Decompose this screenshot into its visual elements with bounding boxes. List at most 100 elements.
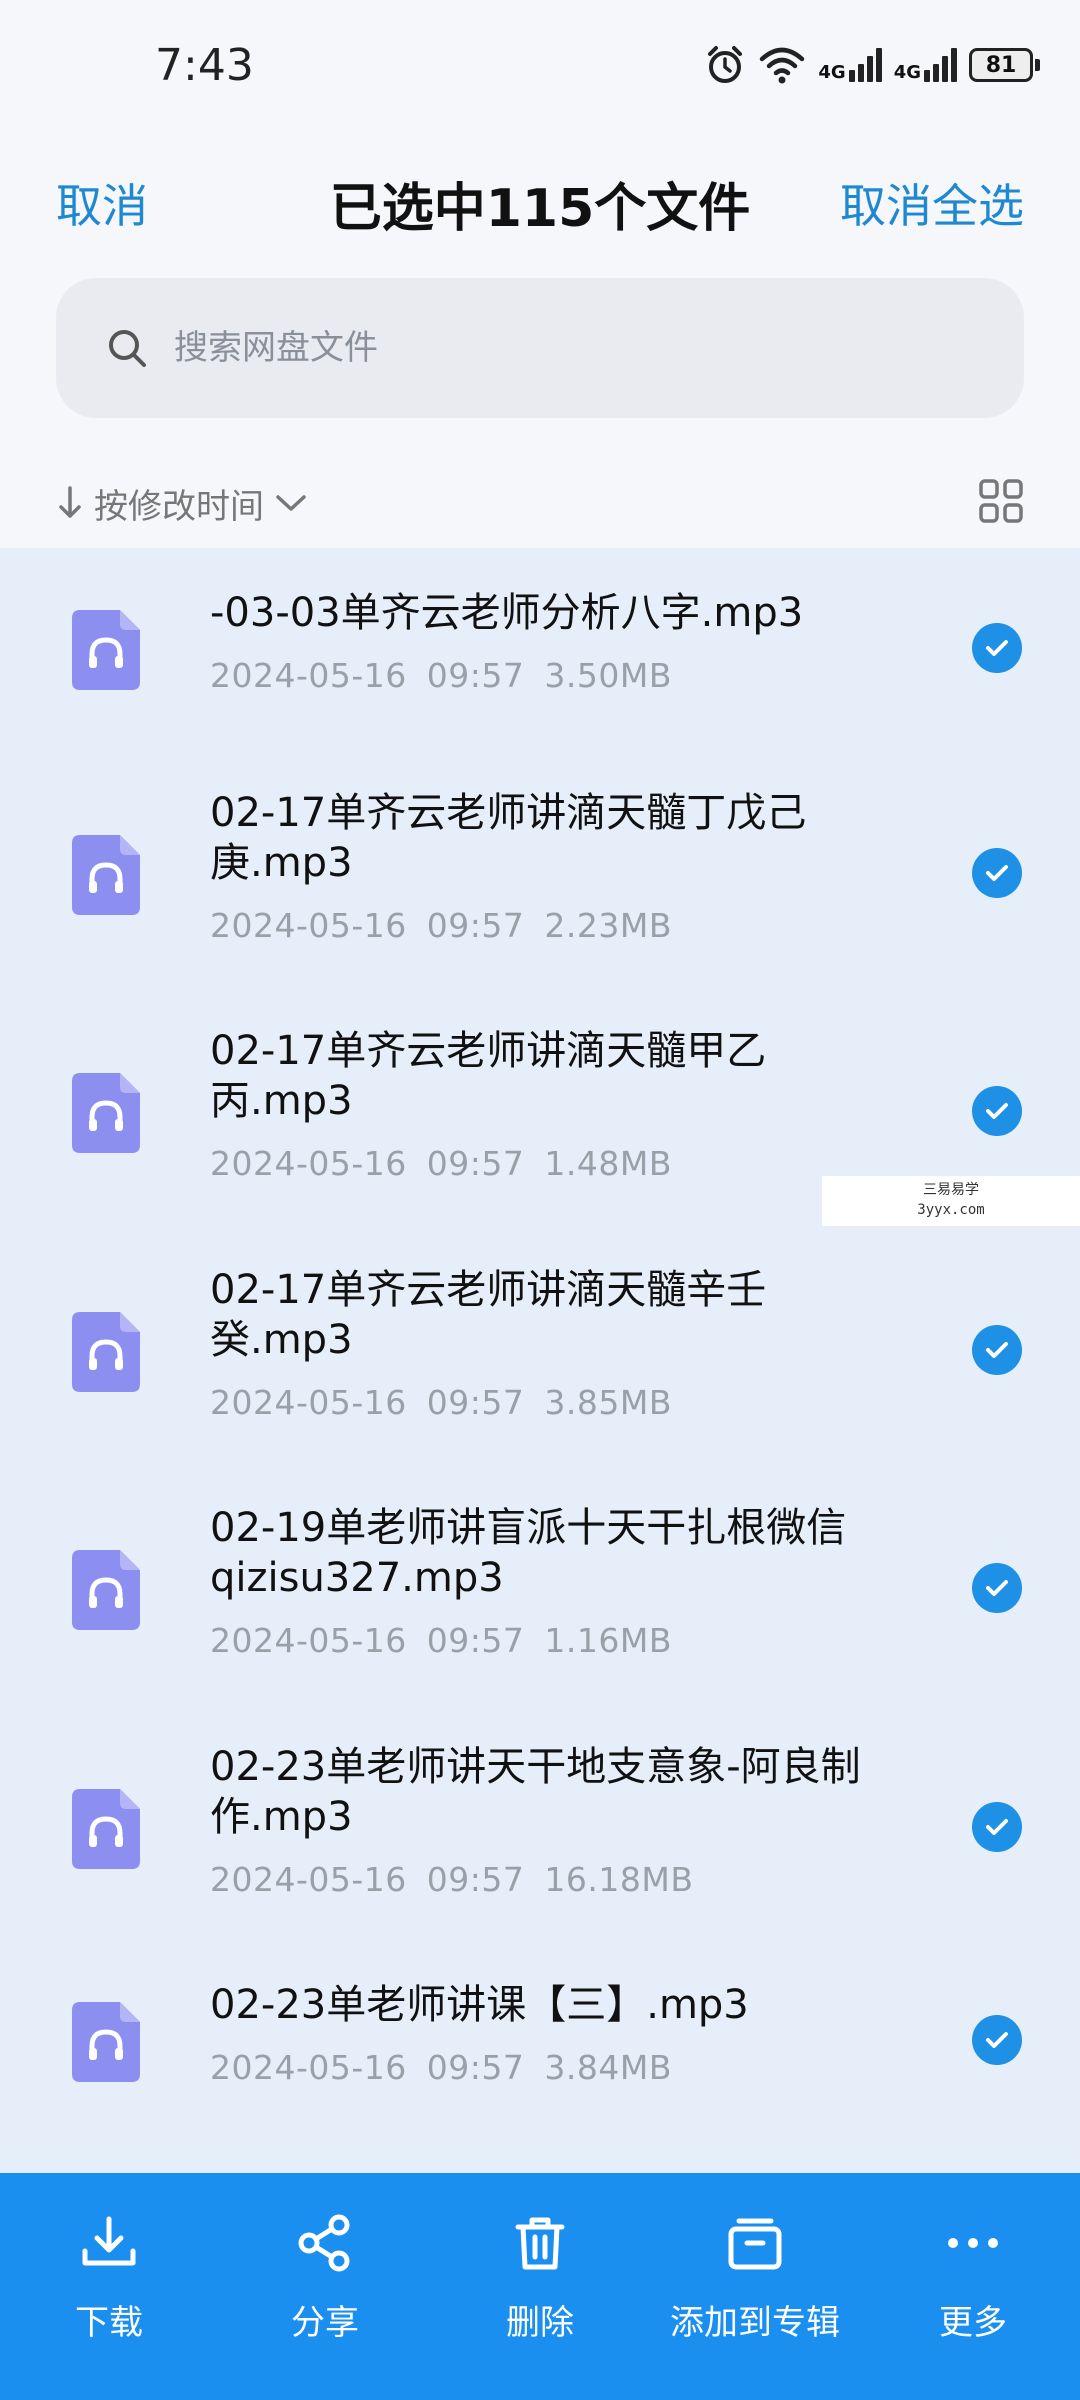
signal-bars-icon	[924, 48, 957, 82]
file-time: 09:57	[426, 1144, 525, 1183]
file-name: -03-03单齐云老师分析八字.mp3	[210, 588, 870, 638]
add-to-album-button[interactable]: 添加到专辑	[660, 2213, 850, 2344]
audio-file-icon	[72, 610, 140, 690]
file-date: 2024-05-16	[210, 1621, 407, 1660]
more-icon	[948, 2238, 998, 2248]
deselect-all-button[interactable]: 取消全选	[840, 170, 1024, 236]
delete-button[interactable]: 删除	[475, 2213, 605, 2344]
selected-checkbox[interactable]	[972, 1086, 1022, 1136]
selected-checkbox[interactable]	[972, 623, 1022, 673]
file-name-line-2: 庚.mp3	[210, 840, 353, 886]
bottom-action-bar: 下载 分享 删除 添加到专辑 更多	[0, 2173, 1080, 2400]
share-label: 分享	[291, 2303, 359, 2343]
file-date: 2024-05-16	[210, 906, 407, 945]
album-icon	[728, 2218, 782, 2270]
file-info: 02-17单齐云老师讲滴天髓辛壬 癸.mp3 2024-05-16 09:57 3.85…	[210, 1265, 870, 1422]
file-size: 3.85MB	[544, 1383, 672, 1422]
file-list: -03-03单齐云老师分析八字.mp3 2024-05-16 09:57 3.50MB…	[0, 548, 1080, 2173]
file-date: 2024-05-16	[210, 2048, 407, 2087]
checkmark-icon	[986, 1819, 1008, 1835]
file-size: 3.50MB	[544, 656, 672, 695]
file-name: 02-19单老师讲盲派十天干扎根微信 qizisu327.mp3	[210, 1503, 870, 1603]
search-input[interactable]	[172, 327, 976, 369]
file-name-line-1: 02-17单齐云老师讲滴天髓辛壬	[210, 1267, 767, 1313]
file-name: 02-23单老师讲天干地支意象-阿良制 作.mp3	[210, 1742, 870, 1842]
status-time: 7:43	[155, 40, 254, 91]
download-icon	[82, 2216, 136, 2266]
file-time: 09:57	[426, 1383, 525, 1422]
grid-view-icon[interactable]	[978, 478, 1024, 524]
wifi-icon	[760, 47, 805, 84]
file-time: 09:57	[426, 656, 525, 695]
cellular-signal-2: 4G	[894, 48, 957, 82]
audio-file-icon	[72, 1550, 140, 1630]
share-button[interactable]: 分享	[260, 2213, 390, 2344]
file-name-line-1: 02-17单齐云老师讲滴天髓甲乙	[210, 1028, 767, 1074]
file-date: 2024-05-16	[210, 1383, 407, 1422]
file-info: -03-03单齐云老师分析八字.mp3 2024-05-16 09:57 3.50MB	[210, 588, 870, 695]
selected-checkbox[interactable]	[972, 1563, 1022, 1613]
add-to-album-label: 添加到专辑	[670, 2303, 840, 2343]
file-name: 02-17单齐云老师讲滴天髓甲乙 丙.mp3	[210, 1026, 870, 1126]
file-date: 2024-05-16	[210, 656, 407, 695]
search-icon	[109, 330, 146, 367]
download-label: 下载	[75, 2303, 143, 2343]
file-name-line-1: 02-17单齐云老师讲滴天髓丁戊己	[210, 790, 807, 836]
file-name-line-1: 02-19单老师讲盲派十天干扎根微信	[210, 1505, 847, 1551]
file-name-line-1: 02-23单老师讲课【三】.mp3	[210, 1982, 749, 2028]
audio-file-icon	[72, 2002, 140, 2082]
status-bar: 7:43 4G 4G 81	[0, 0, 1080, 140]
alarm-icon	[708, 46, 743, 83]
chevron-down-icon	[276, 495, 306, 511]
audio-file-icon	[72, 835, 140, 915]
file-name: 02-17单齐云老师讲滴天髓丁戊己 庚.mp3	[210, 788, 870, 888]
more-button[interactable]: 更多	[908, 2213, 1038, 2344]
file-name-line-1: -03-03单齐云老师分析八字.mp3	[210, 590, 804, 636]
search-bar[interactable]	[56, 278, 1024, 418]
file-meta: 2024-05-16 09:57 1.48MB	[210, 1144, 870, 1183]
file-name-line-2: qizisu327.mp3	[210, 1555, 504, 1601]
selected-checkbox[interactable]	[972, 2015, 1022, 2065]
file-name-line-2: 癸.mp3	[210, 1317, 353, 1363]
audio-file-icon	[72, 1312, 140, 1392]
file-info: 02-19单老师讲盲派十天干扎根微信 qizisu327.mp3 2024-05-1…	[210, 1503, 870, 1660]
checkmark-icon	[986, 865, 1008, 881]
watermark-line-1: 三易易学	[923, 1182, 979, 1198]
selected-checkbox[interactable]	[972, 1802, 1022, 1852]
network-type-2: 4G	[893, 62, 921, 83]
checkmark-icon	[986, 1103, 1008, 1119]
file-date: 2024-05-16	[210, 1860, 407, 1899]
file-meta: 2024-05-16 09:57 3.85MB	[210, 1383, 870, 1422]
trash-icon	[515, 2217, 565, 2270]
checkmark-icon	[986, 2032, 1008, 2048]
checkmark-icon	[986, 1342, 1008, 1358]
file-time: 09:57	[426, 1860, 525, 1899]
selected-checkbox[interactable]	[972, 848, 1022, 898]
file-name-line-2: 作.mp3	[210, 1794, 353, 1840]
file-size: 16.18MB	[544, 1860, 694, 1899]
file-size: 1.48MB	[544, 1144, 672, 1183]
file-info: 02-17单齐云老师讲滴天髓丁戊己 庚.mp3 2024-05-16 09:57 2.2…	[210, 788, 870, 945]
file-size: 3.84MB	[544, 2048, 672, 2087]
selected-checkbox[interactable]	[972, 1325, 1022, 1375]
sort-bar: 按修改时间	[56, 470, 1024, 536]
file-info: 02-23单老师讲课【三】.mp3 2024-05-16 09:57 3.84MB	[210, 1980, 870, 2087]
more-label: 更多	[939, 2303, 1007, 2343]
watermark: 三易易学 3yyx.com	[822, 1176, 1080, 1226]
file-time: 09:57	[426, 2048, 525, 2087]
file-info: 02-17单齐云老师讲滴天髓甲乙 丙.mp3 2024-05-16 09:57 1.48…	[210, 1026, 870, 1183]
file-name-line-2: 丙.mp3	[210, 1078, 353, 1124]
file-date: 2024-05-16	[210, 1144, 407, 1183]
file-info: 02-23单老师讲天干地支意象-阿良制 作.mp3 2024-05-16 09:57 1…	[210, 1742, 870, 1899]
audio-file-icon	[72, 1789, 140, 1869]
checkmark-icon	[986, 1580, 1008, 1596]
network-type-1: 4G	[818, 62, 846, 83]
file-meta: 2024-05-16 09:57 2.23MB	[210, 906, 870, 945]
file-time: 09:57	[426, 1621, 525, 1660]
file-name: 02-23单老师讲课【三】.mp3	[210, 1980, 870, 2030]
file-meta: 2024-05-16 09:57 3.84MB	[210, 2048, 870, 2087]
download-button[interactable]: 下载	[44, 2213, 174, 2344]
sort-label: 按修改时间	[94, 486, 264, 527]
signal-bars-icon	[848, 48, 882, 82]
sort-dropdown[interactable]: 按修改时间	[56, 479, 308, 528]
